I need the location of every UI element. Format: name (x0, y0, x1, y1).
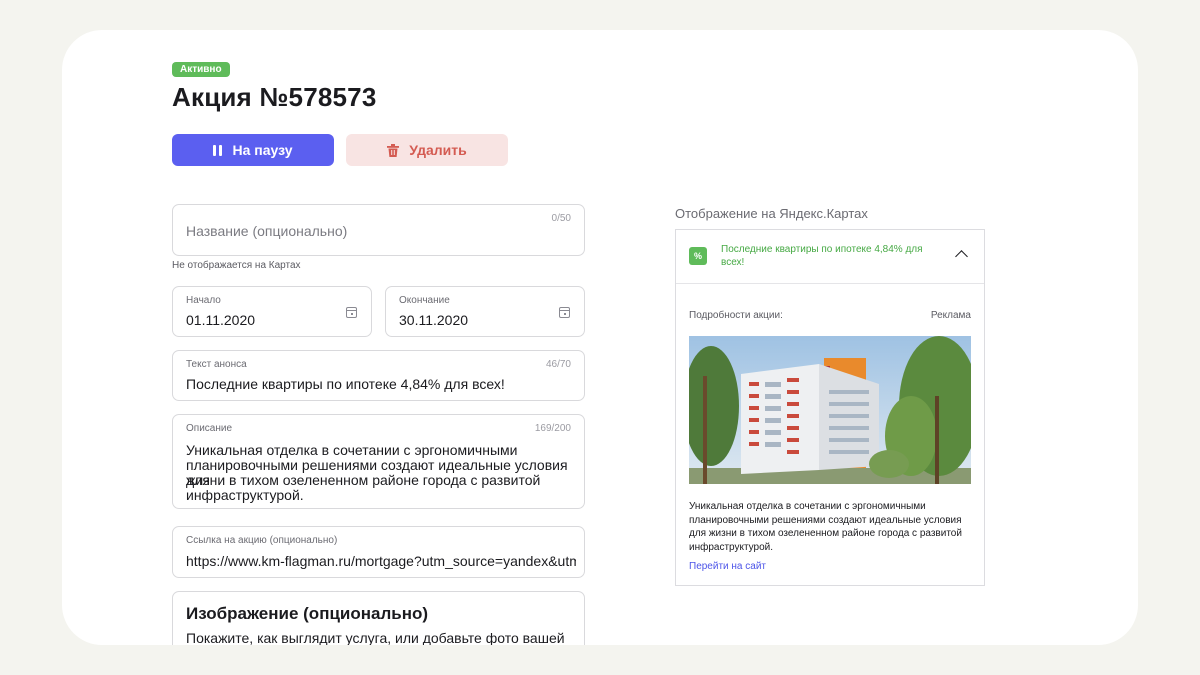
promo-card: Активно Акция №578573 На паузу Удалить Н… (62, 30, 1138, 645)
name-field[interactable]: Название (опционально) 0/50 (172, 204, 585, 256)
chevron-up-icon[interactable] (955, 250, 968, 263)
calendar-icon[interactable] (346, 307, 357, 318)
name-placeholder: Название (опционально) (186, 223, 348, 239)
description-field[interactable]: Описание 169/200 Уникальная отделка в со… (172, 414, 585, 509)
link-field[interactable]: Ссылка на акцию (опционально) https://ww… (172, 526, 585, 578)
maps-preview: % Последние квартиры по ипотеке 4,84% дл… (675, 229, 985, 586)
preview-heading: Отображение на Яндекс.Картах (675, 206, 868, 221)
image-upload-card[interactable]: Изображение (опционально) Покажите, как … (172, 591, 585, 645)
start-date-value: 01.11.2020 (186, 312, 256, 328)
go-to-site-link[interactable]: Перейти на сайт (689, 561, 766, 572)
calendar-icon[interactable] (559, 307, 570, 318)
building-photo (689, 336, 971, 484)
pause-button-label: На паузу (232, 142, 293, 158)
start-date-field[interactable]: Начало 01.11.2020 (172, 286, 372, 337)
end-date-label: Окончание (399, 295, 450, 306)
announce-field[interactable]: Текст анонса 46/70 Последние квартиры по… (172, 350, 585, 401)
delete-button-label: Удалить (409, 142, 467, 158)
ad-label: Реклама (930, 310, 971, 321)
preview-headline: Последние квартиры по ипотеке 4,84% для … (721, 244, 923, 268)
preview-body-line: для жизни в тихом озелененном районе гор… (689, 528, 962, 539)
announce-label: Текст анонса (186, 359, 247, 370)
end-date-value: 30.11.2020 (399, 312, 469, 328)
link-label: Ссылка на акцию (опционально) (186, 535, 338, 546)
name-counter: 0/50 (551, 213, 571, 224)
name-hint: Не отображается на Картах (172, 260, 301, 271)
announce-value: Последние квартиры по ипотеке 4,84% для … (186, 376, 505, 392)
status-badge: Активно (172, 62, 230, 77)
pause-button[interactable]: На паузу (172, 134, 334, 166)
page-title: Акция №578573 (172, 82, 377, 112)
preview-details-label: Подробности акции: (689, 310, 783, 321)
link-value: https://www.km-flagman.ru/mortgage?utm_s… (186, 554, 576, 569)
preview-header[interactable]: % Последние квартиры по ипотеке 4,84% дл… (676, 230, 984, 284)
preview-body: Уникальная отделка в сочетании с эргоном… (689, 500, 971, 554)
description-line: Уникальная отделка в сочетании с эргоном… (186, 442, 518, 458)
end-date-field[interactable]: Окончание 30.11.2020 (385, 286, 585, 337)
announce-counter: 46/70 (545, 359, 571, 370)
preview-body-line: планировочными решениями создают идеальн… (689, 514, 962, 526)
preview-body-line: Уникальная отделка в сочетании с эргоном… (689, 501, 926, 512)
description-label: Описание (186, 423, 233, 434)
description-line: жизни в тихом озелененном районе города … (186, 472, 541, 488)
image-description: Покажите, как выглядит услуга, или добав… (186, 630, 565, 645)
trash-icon (387, 143, 400, 157)
description-line: инфраструктурой. (186, 487, 304, 503)
image-title: Изображение (опционально) (186, 604, 429, 623)
delete-button[interactable]: Удалить (346, 134, 508, 166)
pause-icon (213, 144, 223, 156)
percent-icon: % (689, 247, 707, 265)
start-date-label: Начало (186, 295, 221, 306)
preview-body-line: инфраструктурой. (689, 541, 774, 553)
description-counter: 169/200 (534, 423, 571, 434)
